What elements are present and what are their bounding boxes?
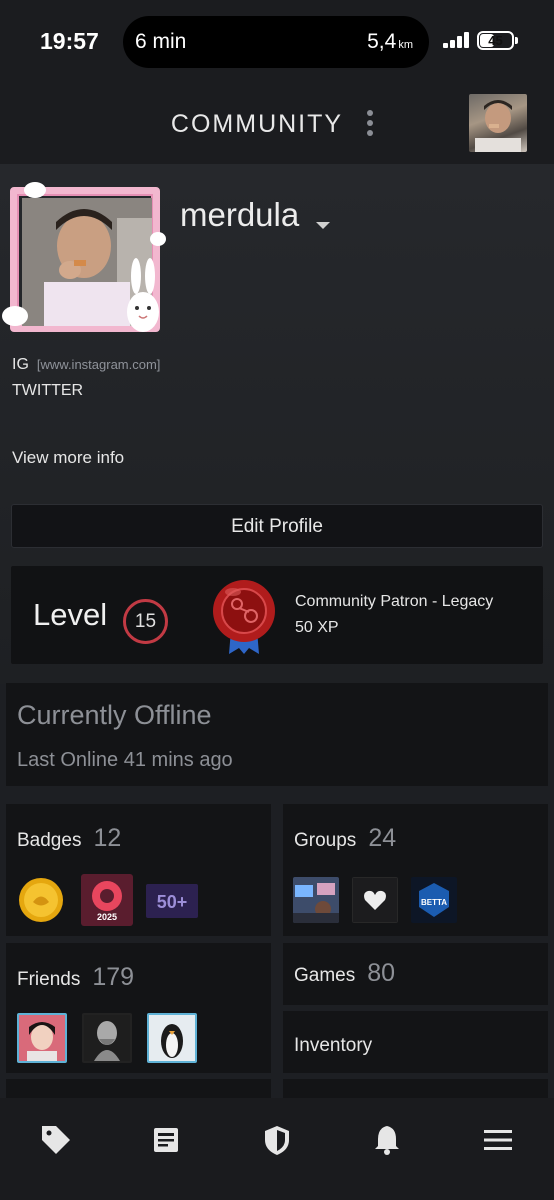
island-timer: 6 min xyxy=(135,30,187,53)
ig-url: [www.instagram.com] xyxy=(36,357,161,372)
status-state: Currently Offline xyxy=(17,700,212,730)
cloud-decoration xyxy=(150,232,166,246)
distance-unit: km xyxy=(398,39,413,51)
badge-year-text: 2025 xyxy=(97,912,117,922)
menu-icon[interactable] xyxy=(478,1120,518,1160)
signal-icon xyxy=(443,32,471,48)
battery-percent: 45 xyxy=(488,33,503,48)
games-count: 80 xyxy=(367,959,396,987)
friends-label: Friends 179 xyxy=(17,963,134,992)
tile-partial xyxy=(283,1079,548,1098)
tag-icon[interactable] xyxy=(36,1120,76,1160)
badges-title: Badges xyxy=(17,830,82,851)
gaming-room-group-icon[interactable] xyxy=(293,877,339,923)
badges-count: 12 xyxy=(93,824,122,852)
bottom-navigation xyxy=(0,1098,554,1200)
groups-title: Groups xyxy=(294,830,357,851)
badges-label: Badges 12 xyxy=(17,824,121,853)
badges-tile[interactable]: Badges 12 2025 50+ xyxy=(6,804,271,936)
status-bar: 19:57 6 min 5,4 km 45 xyxy=(0,0,554,84)
gold-coin-badge-icon[interactable] xyxy=(18,877,64,923)
island-distance: 5,4 km xyxy=(367,30,413,54)
friend-statue-avatar-icon[interactable] xyxy=(82,1013,132,1063)
groups-label: Groups 24 xyxy=(294,824,396,853)
badge-xp: 50 XP xyxy=(295,619,339,636)
games-label: Games 80 xyxy=(294,959,395,988)
last-online: Last Online 41 mins ago xyxy=(17,749,233,771)
wax-seal-icon xyxy=(213,580,275,654)
page-title: COMMUNITY xyxy=(170,110,344,138)
battery-nub xyxy=(515,37,518,44)
online-status-card: Currently Offline Last Online 41 mins ag… xyxy=(6,683,548,786)
header-avatar[interactable] xyxy=(469,94,527,152)
betta-text: BETTA xyxy=(421,898,447,907)
friends-tile[interactable]: Friends 179 xyxy=(6,943,271,1073)
inventory-tile[interactable]: Inventory xyxy=(283,1011,548,1073)
betta-group-icon[interactable]: BETTA xyxy=(411,877,457,923)
games-tile[interactable]: Games 80 xyxy=(283,943,548,1005)
avatar-face-icon xyxy=(475,100,521,152)
dynamic-island[interactable]: 6 min 5,4 km xyxy=(123,16,429,68)
heart-group-icon[interactable] xyxy=(352,877,398,923)
kebab-icon[interactable] xyxy=(364,110,376,138)
shield-icon[interactable] xyxy=(257,1120,297,1160)
edit-profile-button[interactable]: Edit Profile xyxy=(11,504,543,548)
battery-icon: 45 xyxy=(477,31,514,50)
bell-icon[interactable] xyxy=(367,1120,407,1160)
friend-girl-avatar-icon[interactable] xyxy=(17,1013,67,1063)
friend-penguin-avatar-icon[interactable] xyxy=(147,1013,197,1063)
games-title: Games xyxy=(294,965,356,986)
badge-title: Community Patron - Legacy xyxy=(295,593,494,610)
clock: 19:57 xyxy=(40,28,99,54)
news-icon[interactable] xyxy=(146,1120,186,1160)
ig-label[interactable]: IG xyxy=(12,356,29,373)
level-card[interactable]: Level 15 Community Patron - Legacy 50 XP xyxy=(11,566,543,664)
cloud-decoration xyxy=(2,306,28,326)
friends-count: 179 xyxy=(92,963,135,991)
friends-title: Friends xyxy=(17,969,81,990)
cloud-decoration xyxy=(24,182,46,198)
instagram-link-row[interactable]: IG [www.instagram.com] xyxy=(12,356,160,374)
fifty-plus-badge-icon[interactable]: 50+ xyxy=(146,884,198,918)
username[interactable]: merdula xyxy=(180,196,299,234)
bunny-decoration xyxy=(127,258,159,332)
tile-partial xyxy=(6,1079,271,1098)
distance-value: 5,4 xyxy=(367,30,397,53)
badge-fifty-text: 50+ xyxy=(157,892,188,912)
view-more-info-link[interactable]: View more info xyxy=(12,448,124,468)
groups-tile[interactable]: Groups 24 BETTA xyxy=(283,804,548,936)
level-label: Level xyxy=(33,597,108,632)
caret-down-icon[interactable] xyxy=(316,222,330,229)
groups-count: 24 xyxy=(368,824,397,852)
twitter-link[interactable]: TWITTER xyxy=(12,382,83,400)
level-badge: 15 xyxy=(123,599,168,644)
steam-2025-badge-icon[interactable]: 2025 xyxy=(81,874,133,926)
inventory-label: Inventory xyxy=(294,1035,373,1056)
